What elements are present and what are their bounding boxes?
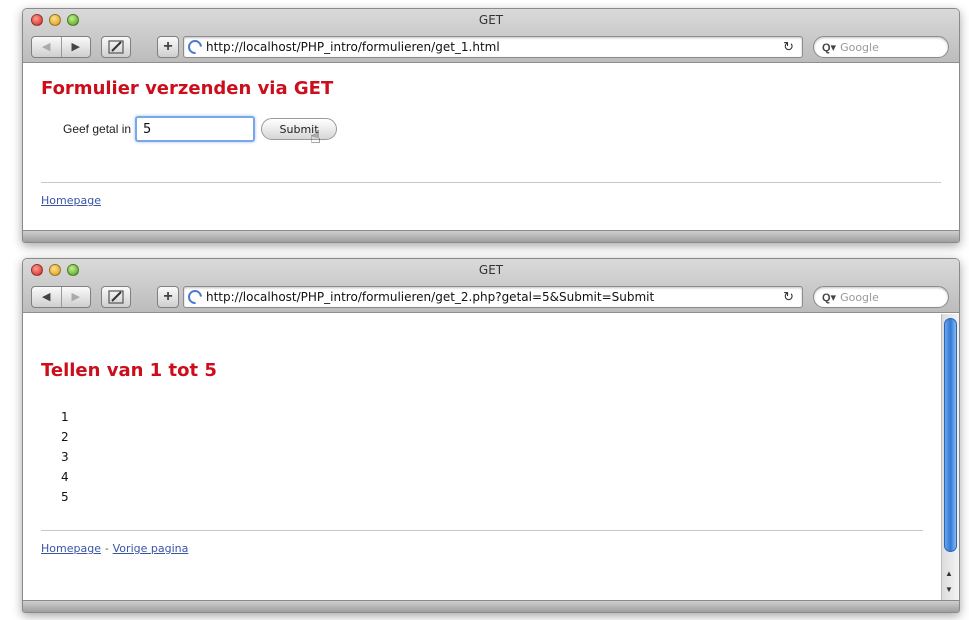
search-field[interactable]: Q▾ Google	[813, 36, 949, 58]
back-button[interactable]: ◀	[32, 37, 61, 57]
divider	[41, 182, 941, 183]
list-item: 3	[61, 450, 69, 464]
reload-icon[interactable]: ↻	[783, 39, 794, 55]
address-bar[interactable]: http://localhost/PHP_intro/formulieren/g…	[183, 36, 803, 58]
window-title: GET	[478, 13, 504, 27]
url-text[interactable]: http://localhost/PHP_intro/formulieren/g…	[206, 40, 766, 54]
status-bar	[23, 230, 959, 242]
page-icon	[185, 37, 205, 57]
status-bar	[23, 600, 959, 612]
form-label: Geef getal in	[63, 122, 132, 136]
search-placeholder: Google	[840, 40, 879, 54]
scroll-up-arrow-icon[interactable]: ▲	[945, 569, 953, 578]
list-item: 5	[61, 490, 69, 504]
window-chrome: GET ◀ ▶ + http://localhost/PHP_intro/for…	[23, 9, 959, 63]
count-list: 1 2 3 4 5	[61, 407, 69, 507]
search-placeholder: Google	[840, 290, 879, 304]
browser-window-get2: GET ◀ ▶ + http://localhost/PHP_intro/for…	[22, 258, 960, 613]
add-bookmark-button[interactable]: +	[157, 286, 179, 308]
scrollbar-thumb[interactable]	[944, 318, 957, 552]
number-input[interactable]	[135, 116, 256, 142]
link-separator: -	[104, 542, 109, 555]
nav-buttons: ◀ ▶	[31, 36, 91, 58]
page-title: Tellen van 1 tot 5	[41, 360, 217, 381]
page-content: Tellen van 1 tot 5 1 2 3 4 5 Homepage - …	[23, 314, 941, 600]
nav-buttons: ◀ ▶	[31, 286, 91, 308]
homepage-link[interactable]: Homepage	[41, 194, 101, 207]
browser-window-get1: GET ◀ ▶ + http://localhost/PHP_intro/for…	[22, 8, 960, 243]
toolbar: ◀ ▶ + http://localhost/PHP_intro/formuli…	[31, 285, 951, 309]
list-item: 2	[61, 430, 69, 444]
edit-bookmark-button[interactable]	[101, 36, 131, 58]
list-item: 1	[61, 410, 69, 424]
forward-button[interactable]: ▶	[60, 37, 91, 57]
edit-icon	[108, 40, 124, 54]
url-text[interactable]: http://localhost/PHP_intro/formulieren/g…	[206, 290, 766, 304]
edit-bookmark-button[interactable]	[101, 286, 131, 308]
add-bookmark-button[interactable]: +	[157, 36, 179, 58]
homepage-link[interactable]: Homepage	[41, 542, 101, 555]
search-icon: Q▾	[822, 41, 837, 54]
list-item: 4	[61, 470, 69, 484]
hand-cursor-icon: ☝	[310, 127, 322, 148]
address-bar[interactable]: http://localhost/PHP_intro/formulieren/g…	[183, 286, 803, 308]
page-icon	[185, 287, 205, 307]
footer: Homepage	[41, 194, 101, 207]
vertical-scrollbar[interactable]: ▲ ▼	[941, 314, 959, 600]
submit-button[interactable]: Submit ☝	[261, 118, 338, 148]
window-chrome: GET ◀ ▶ + http://localhost/PHP_intro/for…	[23, 259, 959, 313]
search-icon: Q▾	[822, 291, 837, 304]
previous-page-link[interactable]: Vorige pagina	[113, 542, 189, 555]
number-form: Geef getal in Submit ☝	[63, 116, 338, 148]
page-content: Formulier verzenden via GET Geef getal i…	[23, 64, 959, 230]
edit-icon	[108, 290, 124, 304]
scroll-down-arrow-icon[interactable]: ▼	[945, 585, 953, 594]
toolbar: ◀ ▶ + http://localhost/PHP_intro/formuli…	[31, 35, 951, 59]
window-title: GET	[478, 263, 504, 277]
divider	[41, 530, 923, 531]
back-button[interactable]: ◀	[32, 287, 61, 307]
page-title: Formulier verzenden via GET	[41, 78, 334, 99]
footer: Homepage - Vorige pagina	[41, 542, 188, 555]
search-field[interactable]: Q▾ Google	[813, 286, 949, 308]
forward-button[interactable]: ▶	[60, 287, 91, 307]
reload-icon[interactable]: ↻	[783, 289, 794, 305]
